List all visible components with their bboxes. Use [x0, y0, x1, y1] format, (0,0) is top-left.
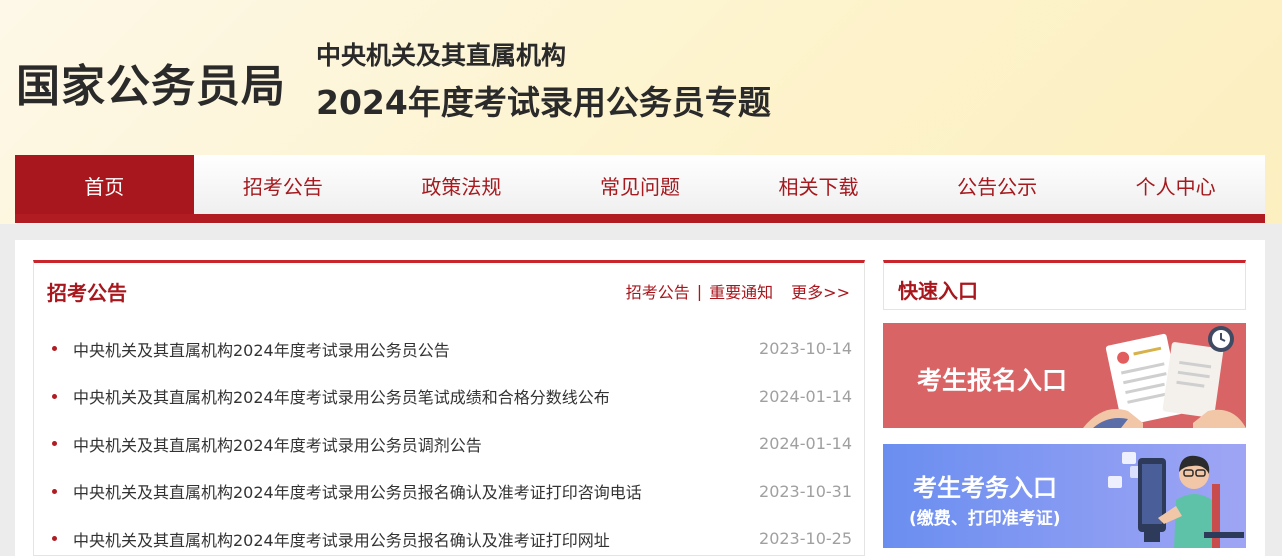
item-date: 2024-01-14 — [759, 386, 852, 406]
exam-services-entry-sub: (缴费、打印准考证) — [909, 509, 1061, 529]
bullet-icon — [52, 441, 57, 447]
announcements-panel: 招考公告 招考公告 | 重要通知 更多>> 中央机关及其直属机构2024年度考试… — [33, 260, 865, 556]
nav-bottom-bar — [15, 214, 1265, 223]
link-separator: | — [696, 281, 703, 301]
nav-item-announcements[interactable]: 招考公告 — [194, 155, 373, 215]
exam-services-entry-banner[interactable]: 考生考务入口 (缴费、打印准考证) — [883, 444, 1246, 548]
header-title: 2024年度考试录用公务员专题 — [316, 83, 771, 122]
nav-item-notices[interactable]: 公告公示 — [908, 155, 1087, 215]
list-item[interactable]: 中央机关及其直属机构2024年度考试录用公务员公告 2023-10-14 — [52, 325, 852, 373]
list-item[interactable]: 中央机关及其直属机构2024年度考试录用公务员报名确认及准考证打印咨询电话 20… — [52, 468, 852, 516]
item-date: 2023-10-25 — [759, 529, 852, 549]
list-item[interactable]: 中央机关及其直属机构2024年度考试录用公务员报名确认及准考证打印网址 2023… — [52, 515, 852, 556]
item-title[interactable]: 中央机关及其直属机构2024年度考试录用公务员笔试成绩和合格分数线公布 — [73, 384, 610, 408]
item-title[interactable]: 中央机关及其直属机构2024年度考试录用公务员调剂公告 — [73, 432, 482, 456]
panel-title: 招考公告 — [47, 281, 127, 305]
announcements-link[interactable]: 招考公告 — [626, 279, 690, 303]
item-date: 2023-10-31 — [759, 481, 852, 501]
bullet-icon — [52, 346, 57, 352]
item-date: 2023-10-14 — [759, 339, 852, 359]
quick-entry-title: 快速入口 — [898, 279, 978, 303]
nav-item-downloads[interactable]: 相关下载 — [729, 155, 908, 215]
item-title[interactable]: 中央机关及其直属机构2024年度考试录用公务员报名确认及准考证打印网址 — [73, 527, 610, 551]
more-link[interactable]: 更多>> — [791, 279, 850, 303]
registration-entry-label: 考生报名入口 — [917, 366, 1068, 395]
document-clock-illustration — [1083, 326, 1246, 428]
nav-item-personal-center[interactable]: 个人中心 — [1086, 155, 1265, 215]
bullet-icon — [52, 536, 57, 542]
item-date: 2024-01-14 — [759, 434, 852, 454]
important-notices-link[interactable]: 重要通知 — [709, 279, 773, 303]
list-item[interactable]: 中央机关及其直属机构2024年度考试录用公务员笔试成绩和合格分数线公布 2024… — [52, 373, 852, 421]
nav-item-faq[interactable]: 常见问题 — [551, 155, 730, 215]
list-item[interactable]: 中央机关及其直属机构2024年度考试录用公务员调剂公告 2024-01-14 — [52, 420, 852, 468]
exam-services-entry-label: 考生考务入口 — [913, 474, 1057, 502]
main-nav: 首页 招考公告 政策法规 常见问题 相关下载 公告公示 个人中心 — [15, 155, 1265, 215]
site-logo-title[interactable]: 国家公务员局 — [16, 50, 286, 114]
registration-entry-banner[interactable]: 考生报名入口 — [883, 323, 1246, 428]
announcement-list: 中央机关及其直属机构2024年度考试录用公务员公告 2023-10-14 中央机… — [52, 325, 852, 556]
bullet-icon — [52, 488, 57, 494]
nav-item-policies[interactable]: 政策法规 — [372, 155, 551, 215]
quick-entry-header: 快速入口 — [883, 260, 1246, 310]
header-subtitle: 中央机关及其直属机构 — [316, 41, 567, 70]
item-title[interactable]: 中央机关及其直属机构2024年度考试录用公务员报名确认及准考证打印咨询电话 — [73, 479, 642, 503]
nav-item-home[interactable]: 首页 — [15, 155, 194, 215]
item-title[interactable]: 中央机关及其直属机构2024年度考试录用公务员公告 — [73, 337, 450, 361]
panel-links: 招考公告 | 重要通知 更多>> — [626, 279, 850, 303]
bullet-icon — [52, 393, 57, 399]
person-at-computer-illustration — [1108, 452, 1244, 548]
